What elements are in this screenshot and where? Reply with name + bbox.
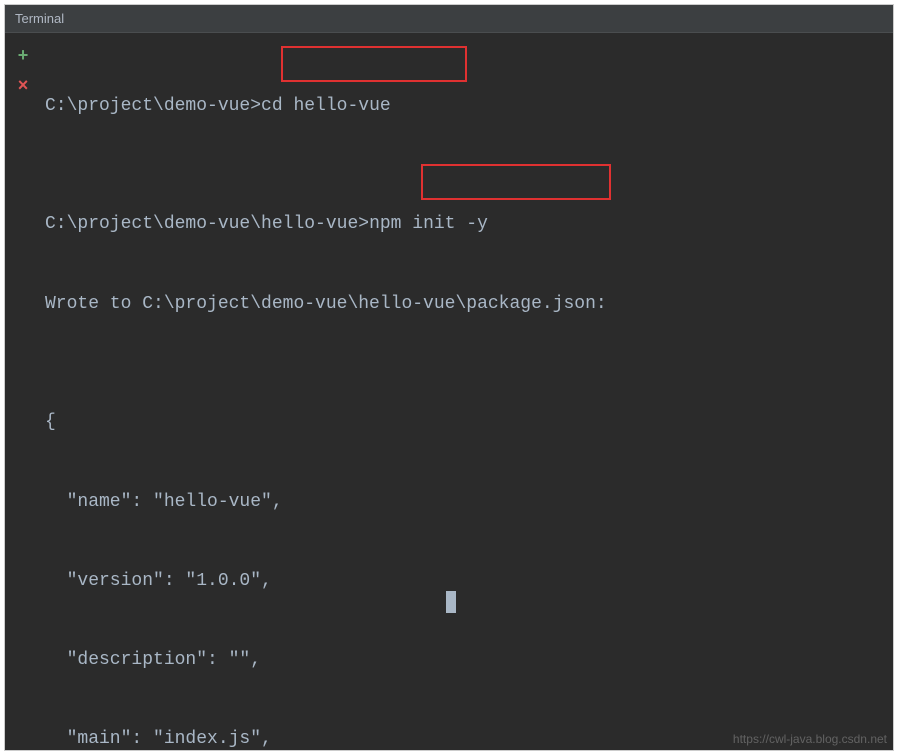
json-line: "name": "hello-vue", [45,483,887,523]
json-line: "description": "", [45,641,887,681]
highlight-box-npm-command [421,164,611,200]
highlight-box-cd-command [281,46,467,82]
new-session-icon[interactable]: + [18,47,29,67]
command-text: npm init -y [369,214,488,234]
terminal-tab-label[interactable]: Terminal [5,5,893,33]
close-session-icon[interactable]: × [18,77,29,97]
watermark-text: https://cwl-java.blog.csdn.net [733,732,887,746]
command-text: cd hello-vue [261,96,391,116]
terminal-panel: Terminal + × C:\project\demo-vue>cd hell… [4,4,894,751]
output-text: Wrote to C:\project\demo-vue\hello-vue\p… [45,285,887,325]
prompt-text: C:\project\demo-vue> [45,96,261,116]
json-line: "version": "1.0.0", [45,562,887,602]
text-cursor [446,591,456,613]
json-line: { [45,403,887,443]
terminal-content-area: + × C:\project\demo-vue>cd hello-vue C:\… [5,33,893,750]
terminal-output[interactable]: C:\project\demo-vue>cd hello-vue C:\proj… [41,33,893,750]
prompt-text: C:\project\demo-vue\hello-vue> [45,214,369,234]
terminal-gutter: + × [5,33,41,750]
